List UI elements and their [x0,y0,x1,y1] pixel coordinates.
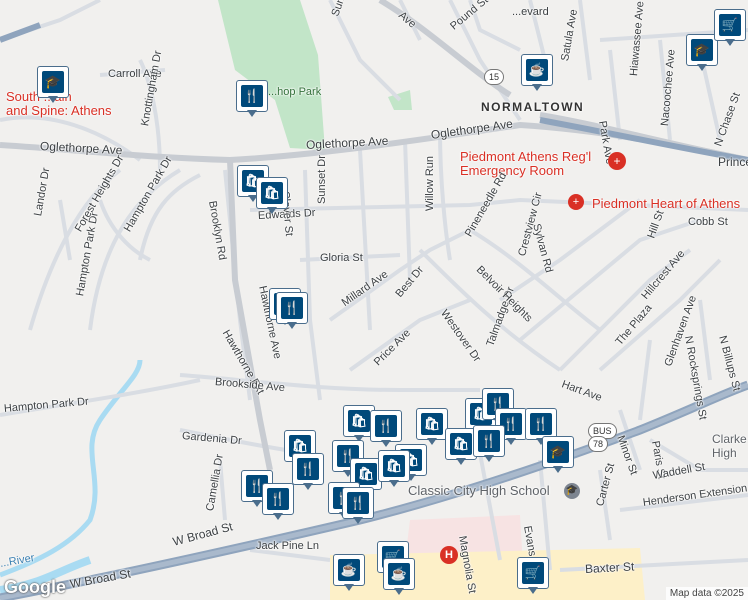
shopping-bag-icon: 🛍 [383,455,405,477]
graduation-cap-icon: 🎓 [691,39,713,61]
fork-knife-icon: 🍴 [241,85,263,107]
us-15-shield: 15 [484,69,505,85]
restaurant-pin[interactable]: 🍴 [276,292,308,332]
fork-knife-icon: 🍴 [281,297,303,319]
label-piedmont-heart: Piedmont Heart of Athens [592,196,741,211]
coffee-cup-icon: ☕ [388,563,410,585]
shopping-bag-icon: 🛍 [261,182,283,204]
restaurant-pin[interactable]: 🍴 [262,483,294,523]
map-base-layer [0,0,748,600]
label-sunset-dr: Sunset Dr [316,155,328,204]
coffee-cup-icon: ☕ [338,559,360,581]
google-logo: Google [4,577,66,597]
map-canvas[interactable]: Oglethorpe Ave Oglethorpe Ave Oglethorpe… [0,0,748,600]
shopping-cart-icon: 🛒 [522,562,544,584]
label-normaltown: NORMALTOWN [481,100,585,114]
fork-knife-icon: 🍴 [347,492,369,514]
hospital-er-icon[interactable]: + [608,152,626,170]
grocery-pin[interactable]: 🛒 [517,557,549,597]
creek [0,359,143,578]
label-classic-city-high: Classic City High School [408,483,550,498]
coffee-cup-icon: ☕ [526,59,548,81]
restaurant-pin[interactable]: 🍴 [236,80,268,120]
label-prince-ave: Prince... [718,155,748,169]
label-gloria-st: Gloria St [320,252,363,264]
label-baxter-st: Baxter St [584,559,635,576]
shopping-pin[interactable]: 🛍 [416,408,448,448]
label-clarke-high: Clarke High [712,432,747,460]
shopping-cart-icon: 🛒 [719,14,741,36]
fork-knife-icon: 🍴 [297,458,319,480]
shopping-bag-icon: 🛍 [421,413,443,435]
fork-knife-icon: 🍴 [530,413,552,435]
shopping-pin[interactable]: 🛍 [256,177,288,217]
park-area [218,0,325,150]
shopping-bag-icon: 🛍 [348,410,370,432]
grocery-pin[interactable]: 🛒 [714,9,746,49]
shopping-pin[interactable]: 🛍 [378,450,410,490]
label-jack-pine-ln: Jack Pine Ln [256,540,319,552]
label-boulevard: ...evard [512,6,549,18]
label-willow-run: Willow Run [424,155,436,211]
restaurant-pin[interactable]: 🍴 [292,453,324,493]
school-poi-icon[interactable]: 🎓 [564,483,580,499]
shopping-bag-icon: 🛍 [450,433,472,455]
fork-knife-icon: 🍴 [478,430,500,452]
restaurant-pin[interactable]: 🍴 [473,425,505,465]
cafe-pin[interactable]: ☕ [333,554,365,594]
restaurant-pin[interactable]: 🍴 [342,487,374,527]
graduation-cap-icon: 🎓 [42,71,64,93]
label-cobb-st: Cobb St [688,216,728,228]
label-park: ...hop Park [268,86,322,98]
cafe-pin[interactable]: ☕ [383,558,415,598]
cafe-pin[interactable]: ☕ [521,54,553,94]
us-78-shield: 78 [588,436,609,452]
graduation-cap-icon: 🎓 [547,441,569,463]
school-pin[interactable]: 🎓 [542,436,574,476]
fork-knife-icon: 🍴 [375,415,397,437]
fork-knife-icon: 🍴 [267,488,289,510]
school-pin[interactable]: 🎓 [37,66,69,106]
map-attribution[interactable]: Map data ©2025 [665,587,748,600]
hospital-heart-icon[interactable]: + [568,194,584,210]
hospital-h-icon[interactable]: H [440,546,458,564]
label-piedmont-er: Piedmont Athens Reg'l Emergency Room [460,149,592,178]
